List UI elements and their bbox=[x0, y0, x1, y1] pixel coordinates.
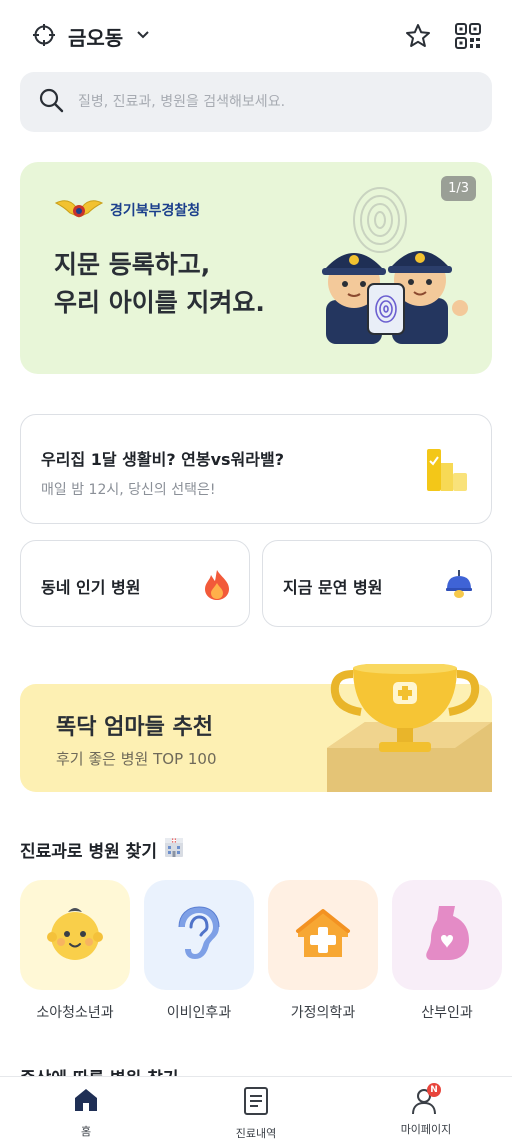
chevron-down-icon bbox=[135, 27, 151, 47]
dept-ent[interactable] bbox=[144, 880, 254, 990]
ear-icon bbox=[177, 905, 221, 965]
banner-headline-line2: 우리 아이를 지켜요. bbox=[54, 288, 265, 317]
trophy-illustration bbox=[325, 662, 492, 796]
profile-icon: N bbox=[412, 1083, 441, 1115]
dept-family-medicine[interactable] bbox=[268, 880, 378, 990]
tab-mypage[interactable]: N 마이페이지 bbox=[366, 1083, 486, 1137]
document-icon bbox=[243, 1087, 269, 1119]
promo-subtitle: 후기 좋은 병원 TOP 100 bbox=[56, 750, 217, 768]
tab-home-label: 홈 bbox=[80, 1125, 92, 1138]
police-logo: 경기북부경찰청 bbox=[54, 195, 200, 225]
pregnant-icon bbox=[423, 904, 471, 966]
star-icon[interactable] bbox=[404, 22, 432, 50]
lamp-icon bbox=[445, 569, 473, 603]
new-badge: N bbox=[427, 1083, 441, 1097]
popular-hospital-card[interactable]: 동네 인기 병원 bbox=[20, 540, 250, 627]
org-name: 경기북부경찰청 bbox=[110, 203, 201, 219]
banner-headline: 지문 등록하고, 우리 아이를 지켜요. bbox=[54, 246, 304, 322]
dept-obgyn-label: 산부인과 bbox=[421, 1005, 473, 1021]
bar-chart-icon bbox=[423, 445, 471, 497]
poll-card-subtitle: 매일 밤 12시, 당신의 선택은! bbox=[41, 482, 216, 498]
dept-pediatrics-label: 소아청소년과 bbox=[36, 1005, 114, 1021]
fire-icon bbox=[203, 569, 231, 605]
open-now-title: 지금 문연 병원 bbox=[283, 578, 383, 597]
promo-title: 똑닥 엄마들 추천 bbox=[56, 715, 213, 740]
search-input[interactable] bbox=[78, 94, 458, 110]
hospital-building-icon bbox=[163, 836, 185, 863]
location-name: 금오동 bbox=[68, 26, 124, 50]
qr-code-icon[interactable] bbox=[454, 22, 482, 50]
banner-headline-line1: 지문 등록하고, bbox=[54, 250, 211, 279]
location-selector[interactable]: 금오동 bbox=[32, 22, 151, 51]
dept-obgyn[interactable] bbox=[392, 880, 502, 990]
open-now-hospital-card[interactable]: 지금 문연 병원 bbox=[262, 540, 492, 627]
search-icon bbox=[38, 87, 64, 117]
popular-hospital-title: 동네 인기 병원 bbox=[41, 578, 141, 597]
home-icon bbox=[73, 1087, 99, 1117]
lifestyle-poll-card[interactable]: 우리집 1달 생활비? 연봉vs워라밸? 매일 밤 12시, 당신의 선택은! bbox=[20, 414, 492, 524]
poll-card-title: 우리집 1달 생활비? 연봉vs워라밸? bbox=[41, 450, 284, 469]
departments-section-title: 진료과로 병원 찾기 bbox=[20, 836, 185, 863]
tab-history-label: 진료내역 bbox=[235, 1127, 277, 1140]
tab-home[interactable]: 홈 bbox=[26, 1087, 146, 1139]
tab-mypage-label: 마이페이지 bbox=[400, 1123, 452, 1136]
dept-ent-label: 이비인후과 bbox=[166, 1005, 232, 1021]
bottom-tab-bar: 홈 진료내역 N 마이페이지 bbox=[0, 1076, 512, 1147]
house-cross-icon bbox=[294, 907, 352, 963]
police-emblem-icon bbox=[54, 200, 104, 218]
dept-family-medicine-label: 가정의학과 bbox=[290, 1005, 356, 1021]
promo-banner[interactable]: 경기북부경찰청 지문 등록하고, 우리 아이를 지켜요. 1/3 bbox=[20, 162, 492, 374]
baby-face-icon bbox=[46, 904, 104, 966]
tab-history[interactable]: 진료내역 bbox=[196, 1087, 316, 1141]
crosshair-icon bbox=[32, 23, 56, 51]
departments-title-text: 진료과로 병원 찾기 bbox=[20, 842, 157, 862]
header: 금오동 bbox=[0, 0, 512, 72]
mom-recommendation-banner[interactable]: 똑닥 엄마들 추천 후기 좋은 병원 TOP 100 bbox=[20, 662, 492, 792]
police-characters-illustration bbox=[298, 180, 478, 354]
search-bar[interactable] bbox=[20, 72, 492, 132]
dept-pediatrics[interactable] bbox=[20, 880, 130, 990]
